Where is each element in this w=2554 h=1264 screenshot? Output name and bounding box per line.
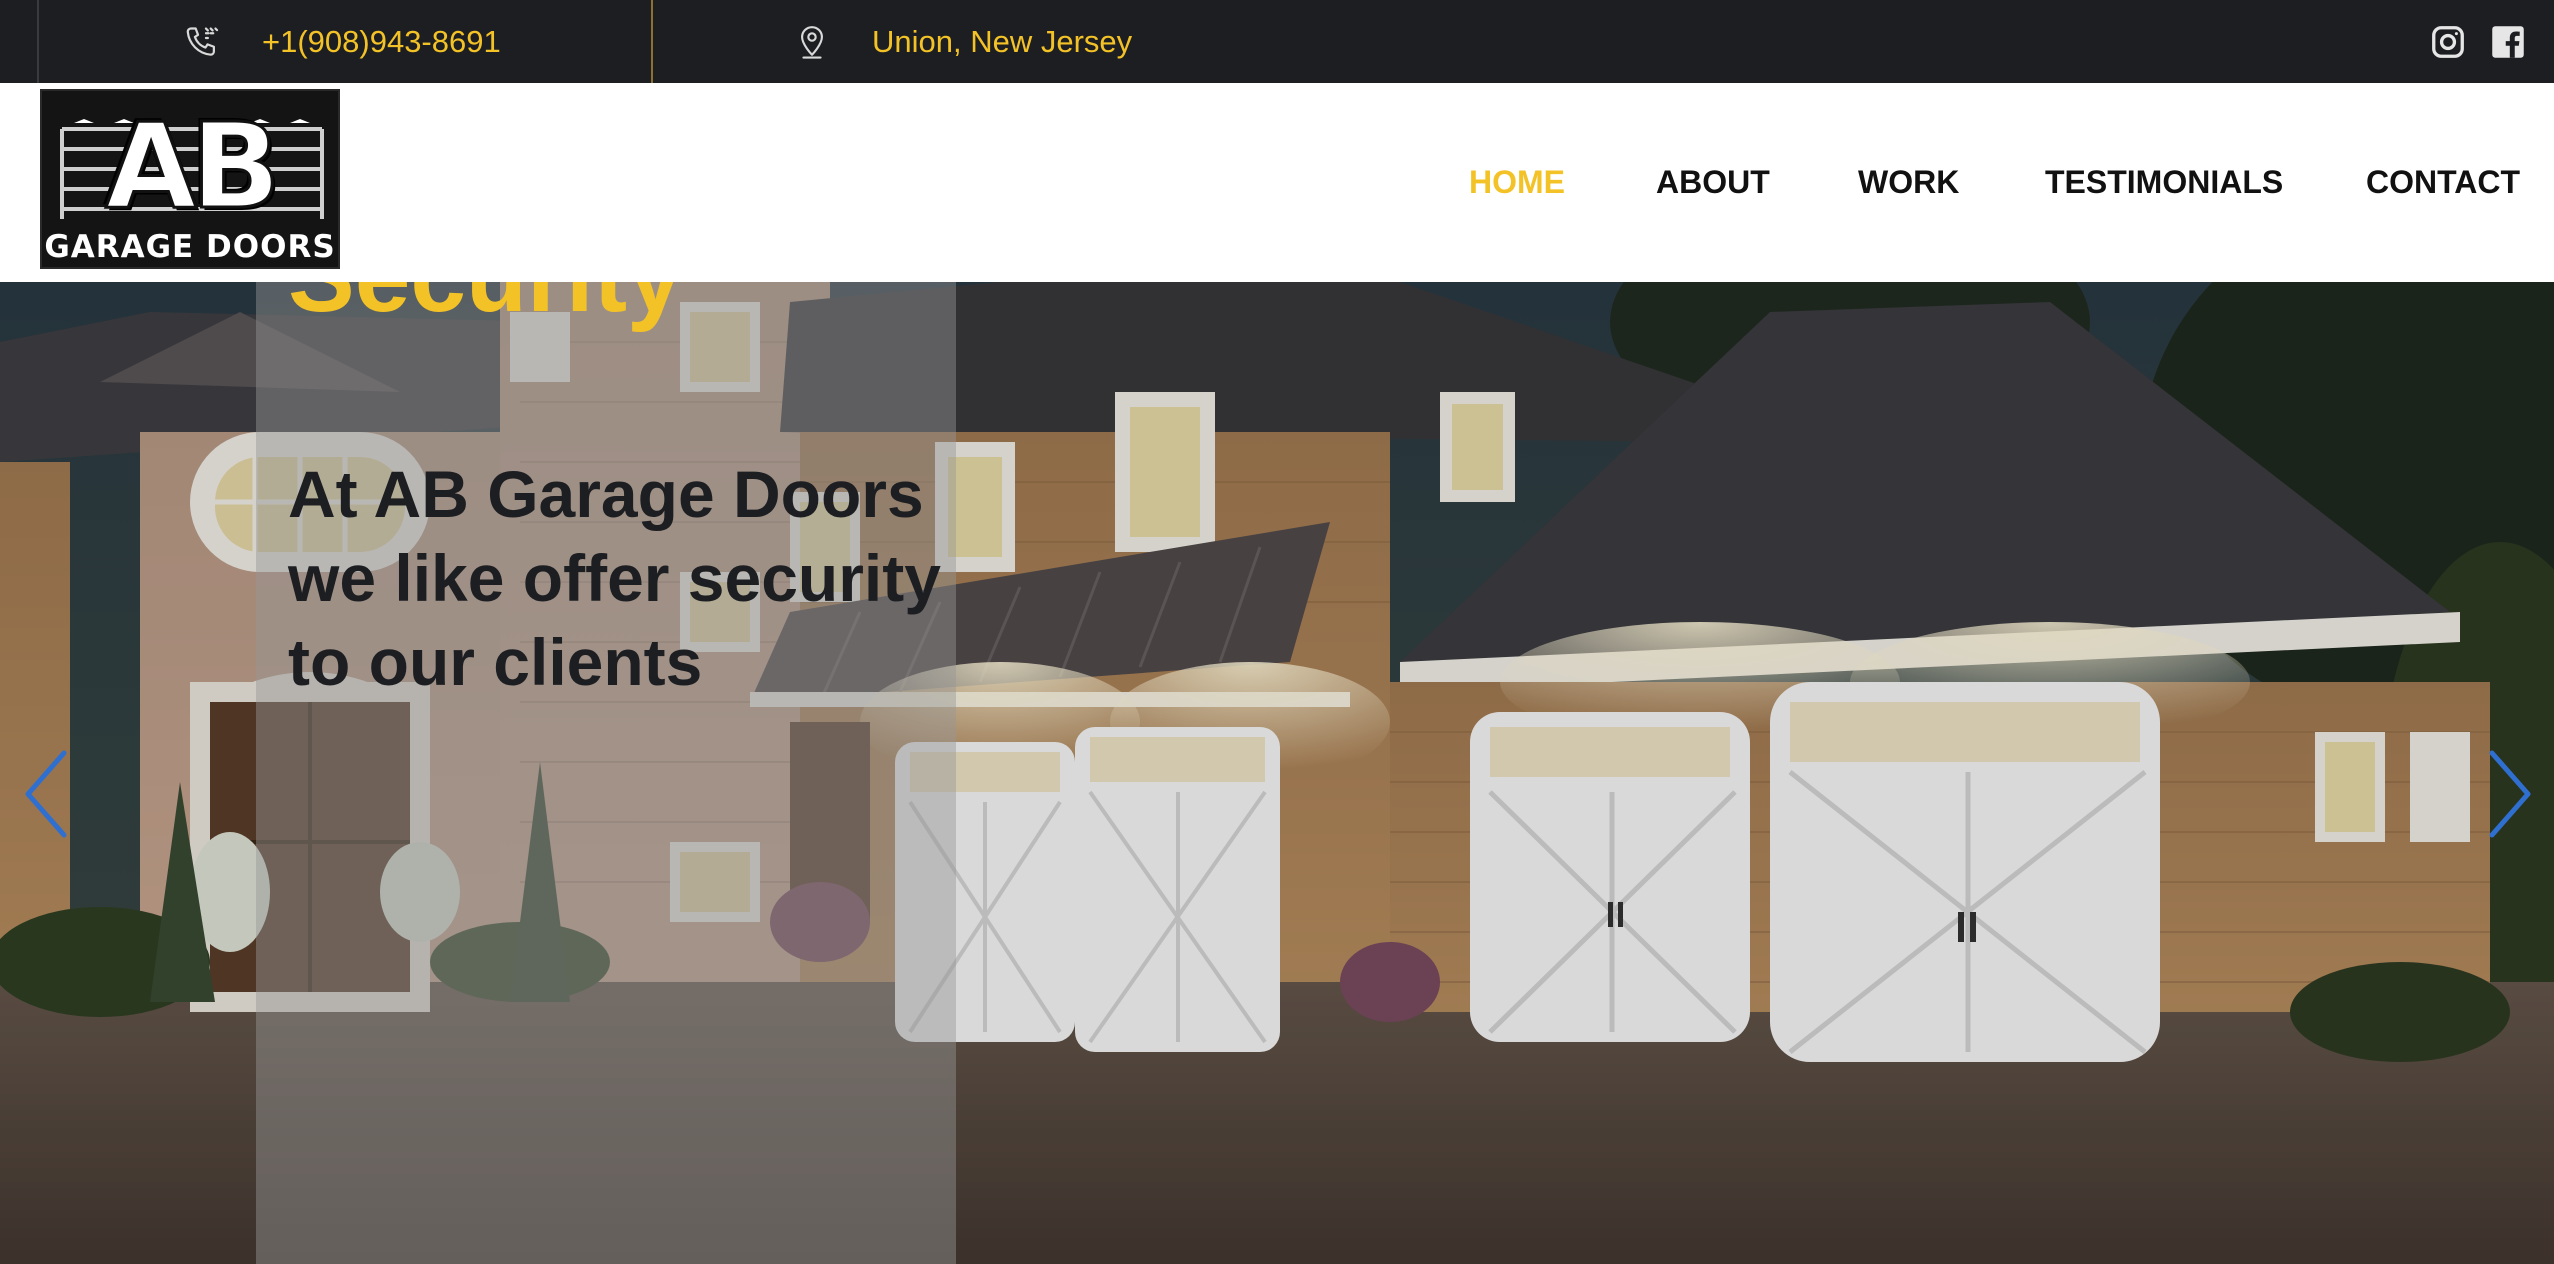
nav-contact[interactable]: CONTACT: [2366, 83, 2520, 282]
top-bar-edge-divider: [37, 0, 39, 83]
hero-headline: At AB Garage Doors we like offer securit…: [288, 457, 941, 699]
slider-prev-button[interactable]: [10, 744, 80, 844]
nav-home[interactable]: HOME: [1469, 83, 1565, 282]
phone-icon: [180, 20, 224, 64]
top-bar: +1(908)943-8691 Union, New Jersey: [0, 0, 2554, 83]
nav-work[interactable]: WORK: [1858, 83, 1959, 282]
facebook-icon[interactable]: [2488, 20, 2528, 64]
location-info: Union, New Jersey: [790, 0, 1132, 83]
location-text: Union, New Jersey: [872, 23, 1133, 59]
hero-slider: Security At AB Garage Doors we like offe…: [0, 282, 2554, 1264]
top-bar-divider: [651, 0, 653, 83]
nav-testimonials[interactable]: TESTIMONIALS: [2045, 83, 2283, 282]
logo-subtitle: GARAGE DOORS: [44, 229, 336, 265]
slider-next-button[interactable]: [2476, 744, 2546, 844]
phone-contact[interactable]: +1(908)943-8691: [180, 0, 501, 83]
logo-text: AB: [104, 97, 282, 235]
chevron-right-icon: [2489, 750, 2531, 838]
hero-text-panel: [256, 282, 956, 1264]
phone-number[interactable]: +1(908)943-8691: [262, 24, 501, 60]
map-pin-icon: [790, 20, 834, 64]
chevron-left-icon: [25, 750, 67, 838]
site-header: AB GARAGE DOORS HOME ABOUT WORK TESTIMON…: [0, 83, 2554, 282]
hero-title: Security: [288, 282, 683, 332]
instagram-icon[interactable]: [2428, 20, 2468, 64]
nav-about[interactable]: ABOUT: [1656, 83, 1770, 282]
logo[interactable]: AB GARAGE DOORS: [40, 89, 340, 269]
